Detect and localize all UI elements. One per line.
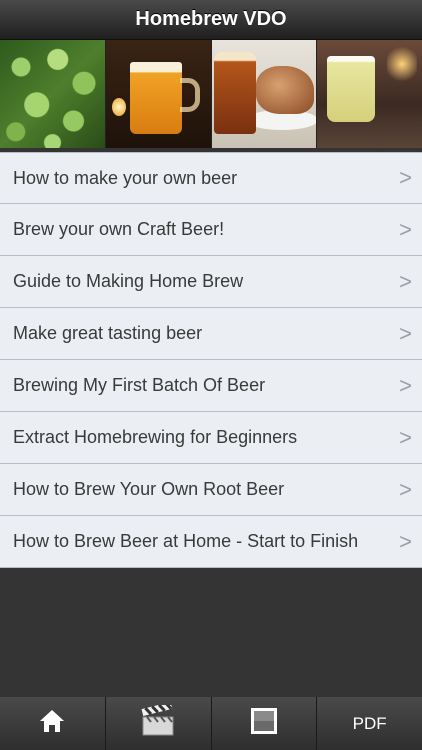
list-item[interactable]: How to make your own beer >	[0, 152, 422, 204]
chevron-right-icon: >	[399, 528, 412, 554]
list-item-label: Brewing My First Batch Of Beer	[13, 375, 266, 395]
list-item[interactable]: Brew your own Craft Beer! >	[0, 204, 422, 256]
clapperboard-icon	[141, 701, 175, 742]
list-item[interactable]: Brewing My First Batch Of Beer >	[0, 360, 422, 412]
chevron-right-icon: >	[399, 268, 412, 294]
list-item[interactable]: How to Brew Beer at Home - Start to Fini…	[0, 516, 422, 568]
video-list: How to make your own beer > Brew your ow…	[0, 152, 422, 568]
beer-mug-photo	[106, 40, 211, 148]
chevron-right-icon: >	[399, 165, 412, 190]
pdf-label: PDF	[352, 713, 387, 733]
tab-pdf[interactable]: PDF	[317, 697, 422, 750]
nav-bar: Homebrew VDO	[0, 0, 422, 40]
pint-and-bread-photo	[212, 40, 316, 148]
chevron-right-icon: >	[399, 476, 412, 502]
tab-videos[interactable]	[105, 697, 211, 750]
home-icon	[38, 707, 66, 740]
square-icon	[250, 707, 278, 740]
list-item[interactable]: Make great tasting beer >	[0, 308, 422, 360]
hops-photo	[0, 40, 105, 148]
list-item[interactable]: Guide to Making Home Brew >	[0, 256, 422, 308]
tab-bar: PDF	[0, 697, 422, 750]
list-item[interactable]: How to Brew Your Own Root Beer >	[0, 464, 422, 516]
list-item[interactable]: Extract Homebrewing for Beginners >	[0, 412, 422, 464]
list-item-label: Make great tasting beer	[13, 323, 203, 343]
list-item-label: How to make your own beer	[13, 167, 238, 188]
pale-beer-photo	[317, 40, 422, 148]
chevron-right-icon: >	[399, 320, 412, 346]
tab-home[interactable]	[0, 697, 105, 750]
chevron-right-icon: >	[399, 216, 412, 242]
list-item-label: Extract Homebrewing for Beginners	[13, 427, 298, 447]
chevron-right-icon: >	[399, 424, 412, 450]
list-item-label: How to Brew Your Own Root Beer	[13, 479, 285, 499]
list-item-label: Brew your own Craft Beer!	[13, 219, 225, 239]
banner	[0, 40, 422, 148]
tab-square[interactable]	[211, 697, 317, 750]
page-title: Homebrew VDO	[135, 8, 287, 30]
chevron-right-icon: >	[399, 372, 412, 398]
list-item-label: Guide to Making Home Brew	[13, 271, 244, 291]
list-item-label: How to Brew Beer at Home - Start to Fini…	[13, 531, 359, 551]
